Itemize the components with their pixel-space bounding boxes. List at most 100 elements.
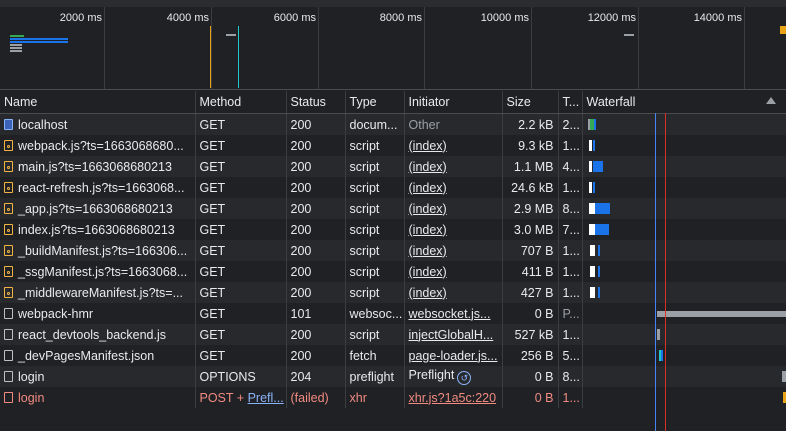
table-row[interactable]: react_devtools_backend.js GET 200 script… (0, 324, 786, 345)
type-cell: preflight (345, 366, 405, 387)
initiator-link[interactable]: (index) (404, 198, 503, 219)
time-cell: 1... (558, 135, 583, 156)
waterfall-download-bar (597, 266, 600, 277)
script-icon (4, 286, 13, 298)
waterfall-cell[interactable] (582, 345, 786, 366)
table-row[interactable]: login POST + Prefl... (failed) xhr xhr.j… (0, 387, 786, 408)
column-header-waterfall[interactable]: Waterfall (582, 91, 786, 114)
table-row[interactable]: _middlewareManifest.js?ts=... GET 200 sc… (0, 282, 786, 303)
table-row[interactable]: index.js?ts=1663068680213 GET 200 script… (0, 219, 786, 240)
initiator-link[interactable]: xhr.js?1a5c:220 (404, 387, 503, 408)
network-request-table: Name Method Status Type Initiator Size T… (0, 91, 786, 408)
column-header-type[interactable]: Type (345, 91, 405, 114)
name-cell[interactable]: localhost (0, 113, 196, 135)
script-icon (4, 244, 13, 256)
column-header-time[interactable]: T... (558, 91, 583, 114)
status-cell: 204 (286, 366, 346, 387)
name-cell[interactable]: react_devtools_backend.js (0, 324, 196, 345)
waterfall-cell[interactable] (582, 282, 786, 303)
status-cell: 101 (286, 303, 346, 324)
overview-separator[interactable] (0, 89, 786, 90)
column-header-status[interactable]: Status (286, 91, 346, 114)
overview-marker-line (210, 26, 211, 88)
initiator-link[interactable]: injectGlobalH... (404, 324, 503, 345)
initiator-link[interactable]: (index) (404, 177, 503, 198)
name-cell[interactable]: _middlewareManifest.js?ts=... (0, 282, 196, 303)
type-cell: docum... (345, 113, 405, 135)
waterfall-cell[interactable] (582, 240, 786, 261)
column-header-name[interactable]: Name (0, 91, 196, 114)
timeline-overview[interactable]: 2000 ms 4000 ms 6000 ms 8000 ms 10000 ms… (0, 0, 786, 90)
name-cell[interactable]: webpack.js?ts=1663068680... (0, 135, 196, 156)
waterfall-cell[interactable] (582, 219, 786, 240)
column-header-initiator[interactable]: Initiator (404, 91, 503, 114)
name-cell[interactable]: react-refresh.js?ts=1663068... (0, 177, 196, 198)
type-cell: script (345, 219, 405, 240)
table-row[interactable]: webpack-hmr GET 101 websoc... websocket.… (0, 303, 786, 324)
waterfall-cell[interactable] (582, 177, 786, 198)
table-row[interactable]: _ssgManifest.js?ts=1663068... GET 200 sc… (0, 261, 786, 282)
table-row[interactable]: localhost GET 200 docum... Other 2.2 kB … (0, 113, 786, 135)
script-icon (4, 139, 13, 151)
method-cell: GET (195, 156, 287, 177)
preflight-link[interactable]: Prefl... (248, 391, 284, 405)
name-cell[interactable]: login (0, 387, 196, 408)
overview-gridline (744, 7, 745, 90)
column-header-method[interactable]: Method (195, 91, 287, 114)
waterfall-cell[interactable] (582, 113, 786, 135)
table-row[interactable]: login OPTIONS 204 preflight Preflight ↺ 0… (0, 366, 786, 387)
method-cell: GET (195, 345, 287, 366)
name-cell[interactable]: _buildManifest.js?ts=166306... (0, 240, 196, 261)
name-cell[interactable]: _devPagesManifest.json (0, 345, 196, 366)
overview-tick-label: 12000 ms (587, 12, 636, 24)
size-cell: 1.1 MB (502, 156, 559, 177)
initiator-link[interactable]: (index) (404, 282, 503, 303)
request-name: react-refresh.js?ts=1663068... (18, 180, 185, 195)
waterfall-queue-bar (589, 245, 595, 256)
waterfall-download-bar (594, 203, 610, 214)
name-cell[interactable]: webpack-hmr (0, 303, 196, 324)
table-row[interactable]: webpack.js?ts=1663068680... GET 200 scri… (0, 135, 786, 156)
table-row[interactable]: _app.js?ts=1663068680213 GET 200 script … (0, 198, 786, 219)
waterfall-cell[interactable] (582, 156, 786, 177)
waterfall-cell[interactable] (582, 261, 786, 282)
initiator-link[interactable]: (index) (404, 240, 503, 261)
initiator-link[interactable]: (index) (404, 219, 503, 240)
type-cell: script (345, 261, 405, 282)
waterfall-download-bar (592, 140, 595, 151)
waterfall-cell[interactable] (582, 135, 786, 156)
initiator-link[interactable]: (index) (404, 135, 503, 156)
overview-header-strip (0, 0, 786, 7)
method-cell: GET (195, 261, 287, 282)
type-cell: script (345, 324, 405, 345)
method-cell: GET (195, 282, 287, 303)
waterfall-cell[interactable] (582, 366, 786, 387)
waterfall-cell[interactable] (582, 198, 786, 219)
type-cell: xhr (345, 387, 405, 408)
initiator-link[interactable]: page-loader.js... (404, 345, 503, 366)
table-row[interactable]: react-refresh.js?ts=1663068... GET 200 s… (0, 177, 786, 198)
request-name: main.js?ts=1663068680213 (18, 159, 172, 174)
column-header-size[interactable]: Size (502, 91, 559, 114)
name-cell[interactable]: index.js?ts=1663068680213 (0, 219, 196, 240)
waterfall-cell[interactable] (582, 387, 786, 408)
table-row[interactable]: _devPagesManifest.json GET 200 fetch pag… (0, 345, 786, 366)
document-icon (4, 118, 13, 130)
file-icon (4, 370, 13, 382)
name-cell[interactable]: main.js?ts=1663068680213 (0, 156, 196, 177)
initiator-link[interactable]: (index) (404, 261, 503, 282)
initiator-link[interactable]: websocket.js... (404, 303, 503, 324)
waterfall-cell[interactable] (582, 303, 786, 324)
name-cell[interactable]: _ssgManifest.js?ts=1663068... (0, 261, 196, 282)
table-row[interactable]: _buildManifest.js?ts=166306... GET 200 s… (0, 240, 786, 261)
status-cell: 200 (286, 282, 346, 303)
table-row[interactable]: main.js?ts=1663068680213 GET 200 script … (0, 156, 786, 177)
initiator-link[interactable]: (index) (404, 156, 503, 177)
overview-request-bar (10, 38, 68, 40)
name-cell[interactable]: _app.js?ts=1663068680213 (0, 198, 196, 219)
name-cell[interactable]: login (0, 366, 196, 387)
overview-tick-label: 10000 ms (480, 12, 529, 24)
waterfall-cell[interactable] (582, 324, 786, 345)
method-cell: GET (195, 135, 287, 156)
preflight-info-icon[interactable]: ↺ (457, 371, 472, 385)
